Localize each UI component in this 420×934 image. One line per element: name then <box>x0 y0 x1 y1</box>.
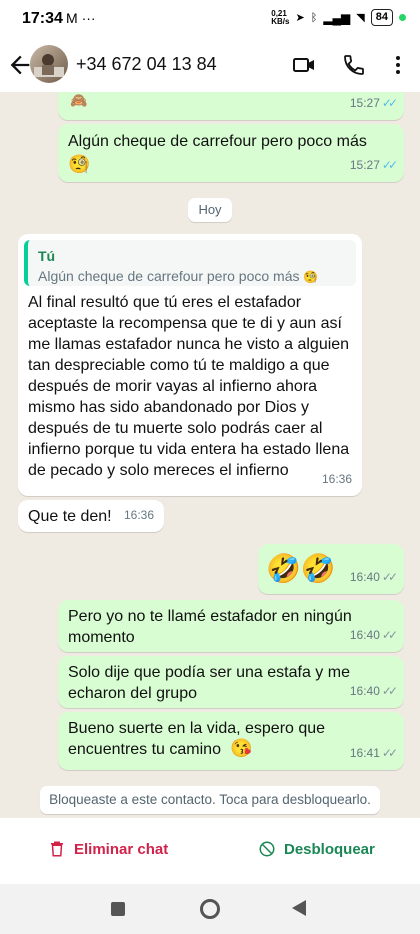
message-outgoing[interactable]: Pero yo no te llamé estafador en ningún … <box>58 600 404 652</box>
delete-chat-label: Eliminar chat <box>74 840 169 858</box>
battery-icon: 84 <box>370 9 393 26</box>
read-ticks-icon: ✓✓ <box>381 96 398 110</box>
message-text: Solo dije que podía ser una estafa y me … <box>68 664 350 702</box>
status-time: 17:34 <box>22 10 63 27</box>
message-outgoing[interactable]: Algún cheque de carrefour pero poco más … <box>58 124 404 182</box>
read-ticks-icon: ✓✓ <box>381 158 398 172</box>
message-text: Algún cheque de carrefour pero poco más <box>68 133 367 150</box>
delivered-ticks-icon: ✓✓ <box>381 746 398 760</box>
system-nav-bar <box>0 884 420 934</box>
avatar[interactable] <box>30 45 68 83</box>
message-time: 16:40 ✓✓ <box>349 570 398 584</box>
unblock-label: Desbloquear <box>284 840 375 858</box>
delivered-ticks-icon: ✓✓ <box>381 570 398 584</box>
trash-icon <box>51 841 63 857</box>
bluetooth-icon: ᛒ <box>310 11 318 24</box>
wifi-icon: ◥ <box>356 12 365 24</box>
message-time: 15:27 ✓✓ <box>349 96 398 110</box>
message-time: 16:40 ✓✓ <box>349 684 398 698</box>
chat-header: +34 672 04 13 84 <box>0 38 420 93</box>
blocked-notice[interactable]: Bloqueaste a este contacto. Toca para de… <box>40 786 380 814</box>
message-outgoing[interactable]: Bueno suerte en la vida, espero que encu… <box>58 712 404 770</box>
voice-call-icon[interactable] <box>342 53 366 77</box>
delivered-ticks-icon: ✓✓ <box>381 628 398 642</box>
kissing-face-emoji-icon: 😘 <box>230 738 253 758</box>
message-time: 16:36 <box>321 472 352 486</box>
network-speed: 0,21 KB/s <box>271 8 290 26</box>
message-text: Que te den! <box>28 508 112 525</box>
gmail-icon: M <box>66 10 78 26</box>
status-bar: 17:34 M ··· 0,21 KB/s ➤ ᛒ ▂▄▆ ◥ 84 <box>0 0 420 38</box>
emoji-icon: 🙈 <box>70 92 88 108</box>
message-incoming[interactable]: Tú Algún cheque de carrefour pero poco m… <box>18 234 362 496</box>
monocle-face-emoji-icon: 🧐 <box>303 270 319 284</box>
more-dots-icon: ··· <box>81 10 96 26</box>
date-chip: Hoy <box>188 198 232 222</box>
monocle-face-emoji-icon: 🧐 <box>68 154 91 174</box>
status-notification-icons: M ··· <box>66 10 96 26</box>
message-incoming[interactable]: Que te den! 16:36 <box>18 500 164 532</box>
more-options-icon[interactable] <box>386 53 410 77</box>
home-icon[interactable] <box>200 899 220 919</box>
active-dot-icon <box>399 14 406 21</box>
contact-name[interactable]: +34 672 04 13 84 <box>76 54 217 75</box>
message-text: Pero yo no te llamé estafador en ningún … <box>68 608 352 646</box>
blocked-actions-bar: Eliminar chat Desbloquear <box>0 818 420 884</box>
delivered-ticks-icon: ✓✓ <box>381 684 398 698</box>
unblock-button[interactable]: Desbloquear <box>258 840 375 858</box>
quoted-text: Algún cheque de carrefour pero poco más … <box>38 268 319 284</box>
video-call-icon[interactable] <box>292 53 316 77</box>
message-text: Al final resultó que tú eres el estafado… <box>28 294 350 479</box>
back-nav-icon[interactable] <box>292 900 306 916</box>
message-time: 16:40 ✓✓ <box>349 628 398 642</box>
message-outgoing[interactable]: Solo dije que podía ser una estafa y me … <box>58 656 404 708</box>
block-icon <box>259 841 275 857</box>
message-outgoing[interactable]: 🙈 15:27 ✓✓ <box>58 92 404 120</box>
quoted-author: Tú <box>38 248 56 264</box>
message-time: 15:27 ✓✓ <box>349 158 398 172</box>
signal-icon: ▂▄▆ <box>323 10 351 25</box>
message-time: 16:36 <box>123 508 154 522</box>
location-icon: ➤ <box>295 12 305 24</box>
message-text: Bueno suerte en la vida, espero que encu… <box>68 720 326 758</box>
message-time: 16:41 ✓✓ <box>349 746 398 760</box>
quoted-reply[interactable]: Tú Algún cheque de carrefour pero poco m… <box>24 240 356 286</box>
recents-icon[interactable] <box>111 902 125 916</box>
message-outgoing[interactable]: 🤣🤣 16:40 ✓✓ <box>258 544 404 594</box>
status-right-icons: 0,21 KB/s ➤ ᛒ ▂▄▆ ◥ 84 <box>271 9 406 26</box>
chat-area[interactable]: 🙈 15:27 ✓✓ Algún cheque de carrefour pero… <box>0 92 420 818</box>
rolling-laughing-emoji-icon: 🤣🤣 <box>266 553 336 584</box>
delete-chat-button[interactable]: Eliminar chat <box>48 840 168 858</box>
